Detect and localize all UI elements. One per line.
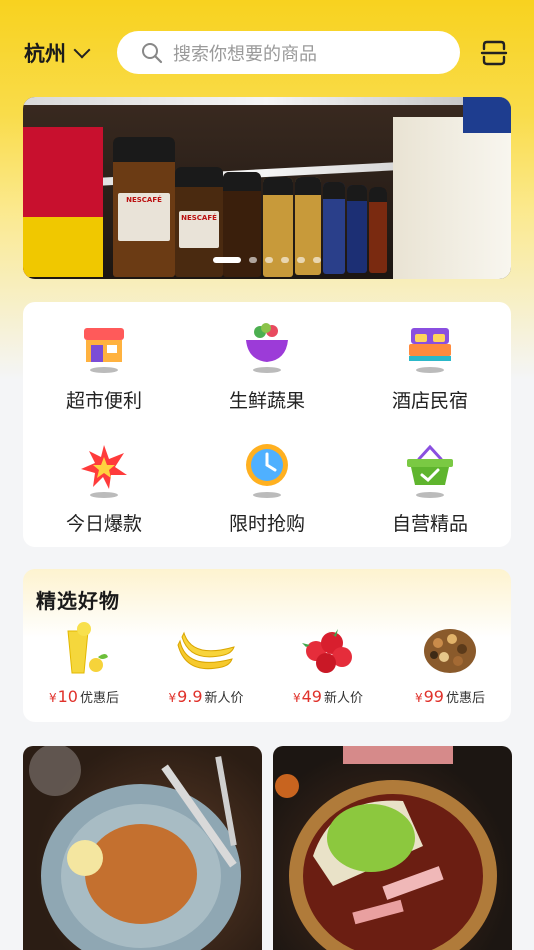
promo-banner[interactable]: NESCAFÉ NESCAFÉ: [23, 97, 511, 279]
price-value: 49: [301, 687, 322, 706]
price-row: ¥ 10 优惠后: [23, 687, 145, 706]
lemon-juice-icon: [54, 621, 114, 677]
category-label: 自营精品: [391, 513, 468, 535]
category-flash-sale[interactable]: 限时抢购: [186, 425, 348, 535]
price-row: ¥ 99 优惠后: [389, 687, 511, 706]
city-selector[interactable]: 杭州: [24, 38, 91, 68]
strawberry-icon: [298, 621, 358, 677]
clock-icon: [242, 443, 292, 499]
currency-symbol: ¥: [168, 691, 177, 705]
carousel-indicator: [23, 257, 511, 263]
category-label: 限时抢购: [228, 513, 305, 535]
section-title: 精选好物: [36, 589, 120, 613]
price-tag: 优惠后: [79, 691, 119, 706]
currency-symbol: ¥: [292, 691, 301, 705]
price-value: 9.9: [177, 687, 203, 706]
price-value: 99: [423, 687, 444, 706]
category-label: 生鲜蔬果: [228, 390, 305, 412]
shelf-top: [23, 97, 511, 105]
carousel-dot[interactable]: [281, 257, 289, 263]
category-self-operated[interactable]: 自营精品: [349, 425, 511, 535]
search-icon: [141, 42, 163, 64]
storefront-icon: [79, 320, 129, 376]
carousel-dot[interactable]: [265, 257, 273, 263]
carousel-dot[interactable]: [313, 257, 321, 263]
store-sign: [463, 97, 511, 133]
burst-star-icon: [79, 443, 129, 499]
category-label: 超市便利: [65, 390, 142, 412]
carousel-dot-active[interactable]: [213, 257, 241, 263]
category-fresh-produce[interactable]: 生鲜蔬果: [186, 302, 348, 412]
currency-symbol: ¥: [48, 691, 57, 705]
price-tag: 优惠后: [445, 691, 485, 706]
bed-icon: [405, 320, 455, 376]
banana-icon: [176, 621, 236, 677]
category-label: 酒店民宿: [391, 390, 468, 412]
scan-icon[interactable]: [479, 38, 509, 68]
category-hotel[interactable]: 酒店民宿: [349, 302, 511, 412]
price-tag: 新人价: [323, 691, 363, 706]
pick-item[interactable]: ¥ 10 优惠后: [23, 617, 145, 717]
currency-symbol: ¥: [414, 691, 423, 705]
category-hot-deals[interactable]: 今日爆款: [23, 425, 185, 535]
price-row: ¥ 49 新人价: [267, 687, 389, 706]
mixed-nuts-icon: [420, 621, 480, 677]
top-header: 杭州 搜索你想要的商品: [0, 0, 534, 96]
pasta-dish-photo[interactable]: [23, 746, 262, 950]
chevron-down-icon: [73, 41, 91, 59]
shopping-basket-icon: [405, 443, 455, 499]
selected-picks-section: 精选好物 ¥ 10 优惠后 ¥ 9.9 新人价 ¥ 49 新人价 ¥ 99 优惠…: [23, 569, 511, 722]
search-placeholder: 搜索你想要的商品: [173, 43, 317, 65]
background-shelves: [393, 117, 511, 279]
fruit-basket-icon: [242, 320, 292, 376]
category-grid: 超市便利 生鲜蔬果 酒店民宿 今日爆款 限时抢购 自营精品: [23, 302, 511, 547]
hotpot-photo[interactable]: [273, 746, 512, 950]
price-row: ¥ 9.9 新人价: [145, 687, 267, 706]
search-bar[interactable]: 搜索你想要的商品: [117, 31, 460, 74]
carousel-dot[interactable]: [249, 257, 257, 263]
coffee-jar: NESCAFÉ: [113, 137, 175, 277]
yellow-display-panel: [23, 217, 103, 277]
category-supermarket[interactable]: 超市便利: [23, 302, 185, 412]
pick-item[interactable]: ¥ 49 新人价: [267, 617, 389, 717]
category-label: 今日爆款: [65, 513, 142, 535]
city-label: 杭州: [24, 42, 66, 66]
pick-item[interactable]: ¥ 9.9 新人价: [145, 617, 267, 717]
carousel-dot[interactable]: [297, 257, 305, 263]
price-value: 10: [57, 687, 78, 706]
pick-item[interactable]: ¥ 99 优惠后: [389, 617, 511, 717]
price-tag: 新人价: [204, 691, 244, 706]
